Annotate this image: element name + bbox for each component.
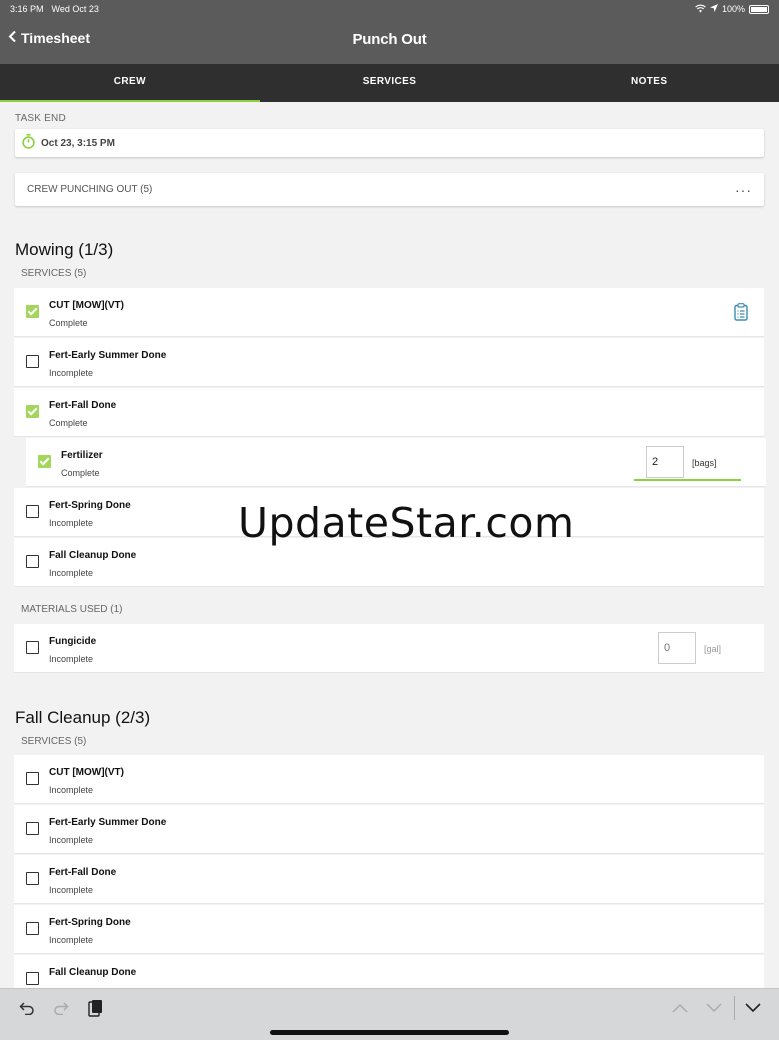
- service-name: Fertilizer: [61, 450, 103, 461]
- fertilizer-quantity-input[interactable]: [646, 446, 684, 478]
- task-end-label: TASK END: [15, 113, 66, 124]
- tab-notes[interactable]: NOTES: [519, 64, 779, 102]
- crew-punching-out[interactable]: CREW PUNCHING OUT (5) ···: [15, 173, 764, 206]
- service-checkbox[interactable]: [26, 872, 39, 885]
- service-row[interactable]: CUT [MOW](VT) Complete: [14, 288, 764, 337]
- tab-services[interactable]: SERVICES: [260, 64, 520, 102]
- group-title-fall-cleanup: Fall Cleanup (2/3): [15, 708, 151, 727]
- service-checkbox[interactable]: [26, 555, 39, 568]
- service-row[interactable]: CUT [MOW](VT) Incomplete: [14, 755, 764, 804]
- materials-used-label: MATERIALS USED (1): [21, 604, 123, 615]
- page-title: Punch Out: [352, 31, 427, 48]
- home-indicator: [270, 1030, 509, 1035]
- service-checkbox[interactable]: [26, 505, 39, 518]
- task-end-value: Oct 23, 3:15 PM: [41, 137, 115, 149]
- service-status: Incomplete: [49, 518, 94, 528]
- fungicide-quantity-input[interactable]: [658, 632, 696, 664]
- service-checkbox[interactable]: [26, 822, 39, 835]
- status-date: Wed Oct 23: [51, 4, 99, 14]
- service-checkbox[interactable]: [38, 455, 51, 468]
- stopwatch-icon: [22, 134, 35, 152]
- service-row[interactable]: Fert-Spring Done Incomplete: [14, 905, 764, 954]
- chevron-down-icon[interactable]: [701, 997, 727, 1019]
- tab-bar: CREW SERVICES NOTES: [0, 64, 779, 102]
- material-status: Incomplete: [49, 654, 94, 664]
- service-status: Incomplete: [49, 368, 94, 378]
- service-name: Fert-Fall Done: [49, 867, 117, 878]
- service-status: Incomplete: [49, 835, 94, 845]
- input-focus-underline: [634, 479, 741, 481]
- material-checkbox[interactable]: [26, 641, 39, 654]
- material-name: Fungicide: [49, 636, 97, 647]
- service-name: Fall Cleanup Done: [49, 967, 137, 978]
- service-name: CUT [MOW](VT): [49, 300, 124, 311]
- service-name: Fert-Fall Done: [49, 400, 117, 411]
- nav-bar: Timesheet Punch Out: [0, 18, 779, 64]
- crew-label: CREW PUNCHING OUT (5): [27, 184, 153, 195]
- battery-text: 100%: [721, 4, 745, 14]
- service-checkbox[interactable]: [26, 972, 39, 985]
- more-icon[interactable]: ···: [735, 182, 752, 198]
- service-row[interactable]: Fert-Fall Done Complete: [14, 388, 764, 437]
- service-checkbox[interactable]: [26, 305, 39, 318]
- service-status: Complete: [61, 468, 100, 478]
- service-name: Fert-Spring Done: [49, 917, 131, 928]
- material-row[interactable]: Fungicide Incomplete [gal]: [14, 624, 764, 673]
- service-name: Fert-Early Summer Done: [49, 817, 167, 828]
- battery-icon: [749, 4, 769, 14]
- paste-icon[interactable]: [82, 997, 108, 1019]
- service-status: Complete: [49, 318, 88, 328]
- wifi-icon: [695, 4, 706, 15]
- group-title-mowing: Mowing (1/3): [15, 240, 114, 259]
- task-end-field[interactable]: Oct 23, 3:15 PM: [15, 129, 764, 157]
- status-time: 3:16 PM: [10, 4, 44, 14]
- service-name: Fert-Spring Done: [49, 500, 131, 511]
- chevron-up-icon[interactable]: [667, 997, 693, 1019]
- service-name: Fall Cleanup Done: [49, 550, 137, 561]
- redo-icon[interactable]: [48, 997, 74, 1019]
- service-status: Incomplete: [49, 568, 94, 578]
- service-name: Fert-Early Summer Done: [49, 350, 167, 361]
- service-name: CUT [MOW](VT): [49, 767, 124, 778]
- status-bar: 3:16 PM Wed Oct 23 100%: [0, 0, 779, 18]
- keyboard-dismiss-icon[interactable]: [740, 997, 766, 1019]
- fungicide-unit: [gal]: [704, 644, 722, 654]
- location-icon: [709, 4, 718, 14]
- mowing-services-label: SERVICES (5): [21, 268, 87, 279]
- service-checkbox[interactable]: [26, 405, 39, 418]
- fall-cleanup-services-label: SERVICES (5): [21, 736, 87, 747]
- keyboard-toolbar: [0, 988, 779, 1040]
- service-row[interactable]: Fert-Early Summer Done Incomplete: [14, 338, 764, 387]
- fertilizer-unit: [bags]: [692, 458, 717, 468]
- service-checkbox[interactable]: [26, 355, 39, 368]
- service-status: Incomplete: [49, 935, 94, 945]
- service-status: Complete: [49, 418, 88, 428]
- service-row[interactable]: Fall Cleanup Done: [14, 955, 764, 988]
- service-row[interactable]: Fert-Fall Done Incomplete: [14, 855, 764, 904]
- service-status: Incomplete: [49, 785, 94, 795]
- toolbar-divider: [734, 996, 735, 1020]
- clipboard-icon[interactable]: [734, 303, 748, 326]
- service-status: Incomplete: [49, 885, 94, 895]
- service-checkbox[interactable]: [26, 922, 39, 935]
- watermark: UpdateStar.com: [238, 499, 575, 547]
- undo-icon[interactable]: [14, 997, 40, 1019]
- service-checkbox[interactable]: [26, 772, 39, 785]
- tab-crew[interactable]: CREW: [0, 64, 260, 102]
- service-row-nested[interactable]: Fertilizer Complete [bags]: [26, 438, 766, 487]
- service-row[interactable]: Fert-Early Summer Done Incomplete: [14, 805, 764, 854]
